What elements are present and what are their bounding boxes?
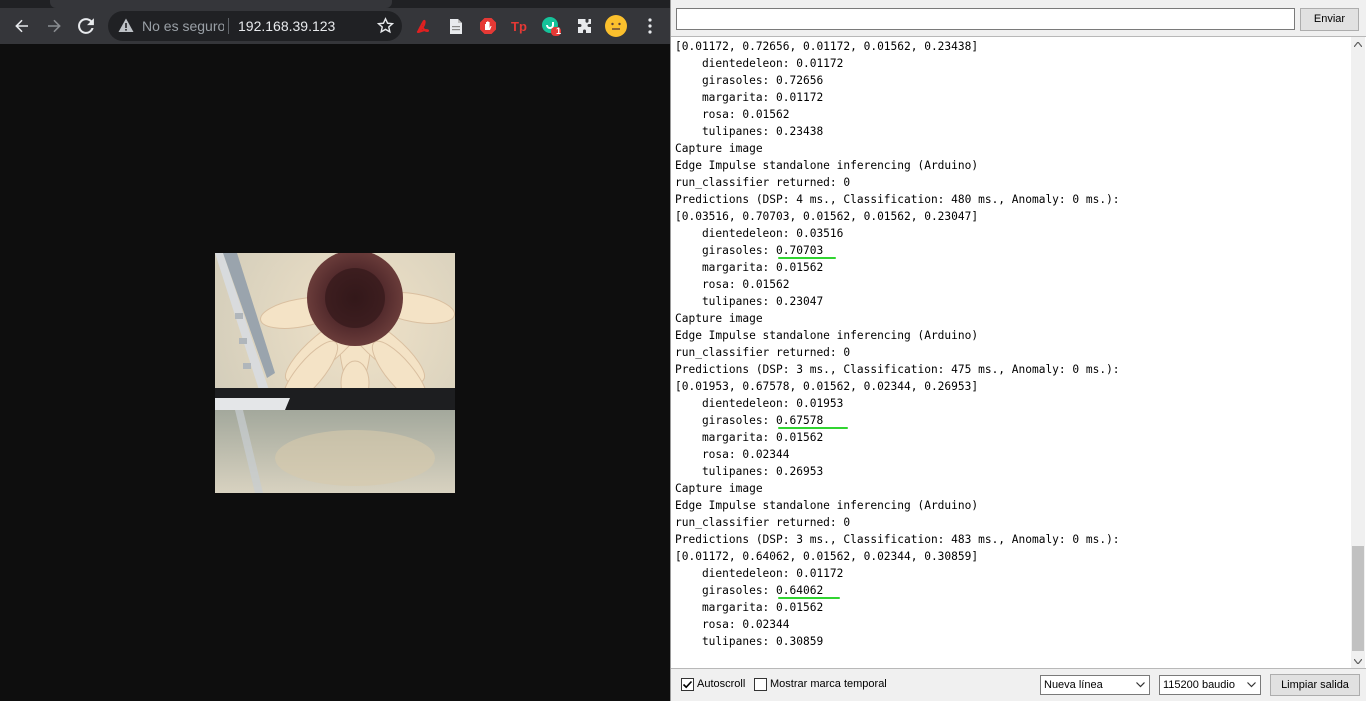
line-ending-select[interactable]: Nueva línea (1040, 675, 1150, 695)
clear-output-button[interactable]: Limpiar salida (1270, 674, 1360, 696)
line-ending-value: Nueva línea (1044, 679, 1103, 691)
autoscroll-checkbox[interactable] (681, 678, 694, 691)
serial-monitor-window: Enviar [0.01172, 0.72656, 0.01172, 0.015… (670, 0, 1366, 701)
log-line: margarita: 0.01562 (675, 261, 824, 274)
log-line: girasoles: 0.67578 (675, 414, 824, 427)
reload-icon (78, 18, 94, 34)
log-line: run_classifier returned: 0 (675, 346, 851, 359)
highlight-underline (778, 597, 840, 599)
omnibox-separator (228, 18, 229, 34)
log-line: [0.01953, 0.67578, 0.01562, 0.02344, 0.2… (675, 380, 979, 393)
reload-button[interactable] (70, 8, 102, 44)
log-line: dientedeleon: 0.03516 (675, 227, 844, 240)
log-line: Predictions (DSP: 4 ms., Classification:… (675, 193, 1120, 206)
serial-log: [0.01172, 0.72656, 0.01172, 0.01562, 0.2… (675, 38, 1345, 650)
security-status-text[interactable]: No es seguro (142, 18, 224, 34)
serial-output-area[interactable]: [0.01172, 0.72656, 0.01172, 0.01562, 0.2… (671, 36, 1366, 669)
browser-toolbar: No es seguro 192.168.39.123 Tp 1 (0, 8, 670, 44)
log-line: Edge Impulse standalone inferencing (Ard… (675, 329, 979, 342)
log-line: [0.01172, 0.64062, 0.01562, 0.02344, 0.3… (675, 550, 979, 563)
scrollbar-thumb[interactable] (1352, 546, 1364, 651)
forward-button[interactable] (38, 8, 70, 44)
baud-rate-value: 115200 baudio (1163, 679, 1235, 691)
chevron-down-icon (1136, 682, 1145, 688)
log-line: Edge Impulse standalone inferencing (Ard… (675, 499, 979, 512)
block-hand-icon[interactable] (478, 16, 498, 36)
tp-icon[interactable]: Tp (509, 16, 529, 36)
log-line: run_classifier returned: 0 (675, 516, 851, 529)
highlight-underline (778, 427, 848, 429)
warning-triangle-icon[interactable] (118, 18, 134, 38)
send-button[interactable]: Enviar (1300, 8, 1359, 31)
log-line: tulipanes: 0.23047 (675, 295, 824, 308)
active-tab[interactable] (50, 0, 392, 8)
highlight-underline (778, 257, 836, 259)
log-line: tulipanes: 0.23438 (675, 125, 824, 138)
log-line: girasoles: 0.64062 (675, 584, 824, 597)
url-text[interactable]: 192.168.39.123 (238, 18, 335, 34)
log-line: run_classifier returned: 0 (675, 176, 851, 189)
address-bar[interactable]: No es seguro 192.168.39.123 (108, 11, 402, 41)
camera-capture-image (215, 253, 455, 493)
serial-send-input[interactable] (676, 8, 1295, 30)
tab-strip (0, 0, 670, 8)
grammar-icon[interactable]: 1 (541, 16, 561, 36)
autoscroll-label[interactable]: Autoscroll (697, 678, 745, 691)
log-line: Edge Impulse standalone inferencing (Ard… (675, 159, 979, 172)
serial-status-bar: Autoscroll Mostrar marca temporal Nueva … (671, 670, 1366, 701)
log-line: Capture image (675, 142, 763, 155)
scroll-down-icon[interactable] (1351, 654, 1365, 668)
log-line: dientedeleon: 0.01172 (675, 57, 844, 70)
document-icon[interactable] (446, 16, 466, 36)
log-line: girasoles: 0.70703 (675, 244, 824, 257)
bookmark-star-icon[interactable] (376, 17, 395, 39)
browser-window: No es seguro 192.168.39.123 Tp 1 (0, 0, 670, 701)
log-line: Predictions (DSP: 3 ms., Classification:… (675, 533, 1120, 546)
back-button[interactable] (6, 8, 38, 44)
log-line: margarita: 0.01562 (675, 601, 824, 614)
log-line: dientedeleon: 0.01172 (675, 567, 844, 580)
vertical-scrollbar[interactable] (1351, 37, 1365, 668)
log-line: rosa: 0.02344 (675, 448, 790, 461)
pdf-icon[interactable] (414, 16, 434, 36)
timestamp-label[interactable]: Mostrar marca temporal (770, 678, 887, 691)
timestamp-checkbox[interactable] (754, 678, 767, 691)
log-line: rosa: 0.02344 (675, 618, 790, 631)
log-line: [0.03516, 0.70703, 0.01562, 0.01562, 0.2… (675, 210, 979, 223)
checkmark-icon (682, 680, 693, 689)
log-line: margarita: 0.01172 (675, 91, 824, 104)
page-viewport (0, 44, 670, 701)
log-line: tulipanes: 0.26953 (675, 465, 824, 478)
log-line: margarita: 0.01562 (675, 431, 824, 444)
log-line: girasoles: 0.72656 (675, 74, 824, 87)
profile-face-icon[interactable] (605, 15, 627, 37)
baud-rate-select[interactable]: 115200 baudio (1159, 675, 1261, 695)
extension-badge: 1 (556, 26, 562, 36)
log-line: Predictions (DSP: 3 ms., Classification:… (675, 363, 1120, 376)
puzzle-icon[interactable] (575, 16, 595, 36)
scroll-up-icon[interactable] (1351, 37, 1365, 51)
forward-arrow-icon (48, 19, 61, 33)
log-line: dientedeleon: 0.01953 (675, 397, 844, 410)
log-line: rosa: 0.01562 (675, 278, 790, 291)
back-arrow-icon (15, 19, 28, 33)
log-line: Capture image (675, 312, 763, 325)
kebab-menu-icon[interactable] (640, 16, 660, 36)
log-line: [0.01172, 0.72656, 0.01172, 0.01562, 0.2… (675, 40, 979, 53)
chevron-down-icon (1247, 682, 1256, 688)
log-line: tulipanes: 0.30859 (675, 635, 824, 648)
log-line: Capture image (675, 482, 763, 495)
log-line: rosa: 0.01562 (675, 108, 790, 121)
